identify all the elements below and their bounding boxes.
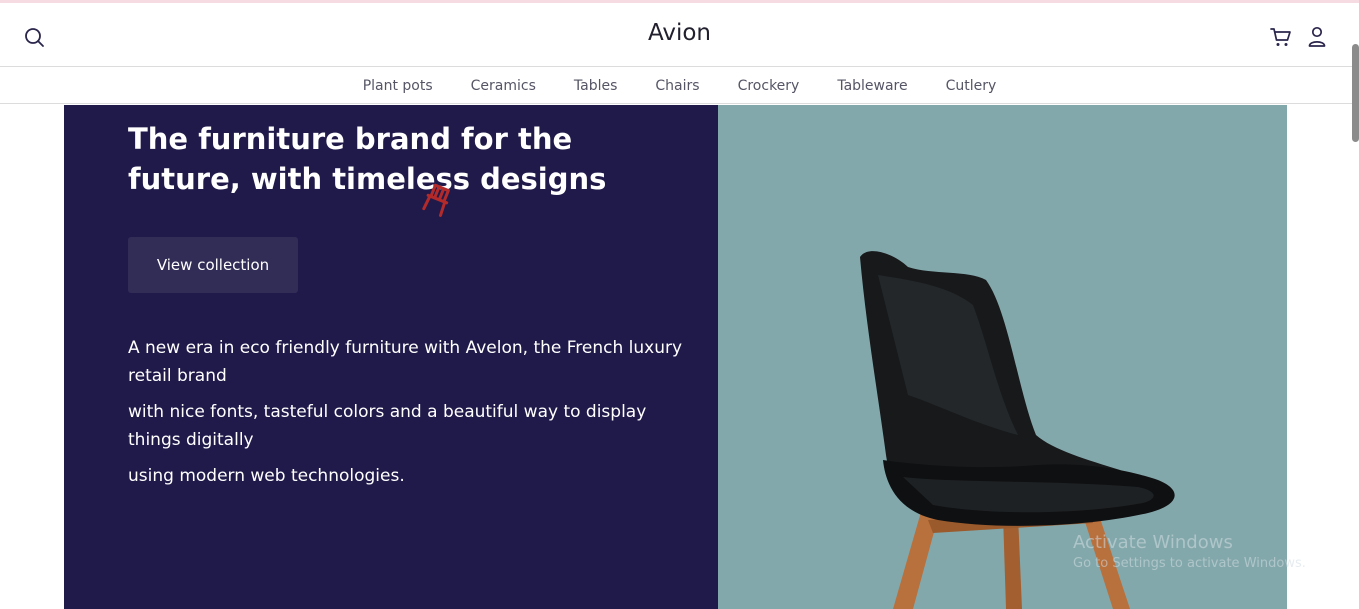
description-line: using modern web technologies. — [128, 466, 405, 486]
page-scrollbar[interactable] — [1352, 44, 1359, 142]
nav-item-plant-pots[interactable]: Plant pots — [363, 78, 433, 94]
nav-item-crockery[interactable]: Crockery — [738, 78, 800, 94]
view-collection-button[interactable]: View collection — [128, 237, 298, 293]
nav-item-chairs[interactable]: Chairs — [655, 78, 699, 94]
watermark-subtitle: Go to Settings to activate Windows. — [1073, 556, 1306, 571]
nav-item-cutlery[interactable]: Cutlery — [946, 78, 997, 94]
nav-item-tables[interactable]: Tables — [574, 78, 618, 94]
nav-item-tableware[interactable]: Tableware — [837, 78, 907, 94]
hero-title: The furniture brand for the future, with… — [128, 122, 607, 196]
description-line: A new era in eco friendly furniture with… — [128, 338, 683, 386]
hero-panel: The furniture brand for the future, with… — [64, 105, 718, 609]
nav-item-ceramics[interactable]: Ceramics — [471, 78, 536, 94]
watermark-title: Activate Windows — [1073, 532, 1233, 553]
description-line: with nice fonts, tasteful colors and a b… — [128, 402, 647, 450]
hero-description: A new era in eco friendly furniture with… — [128, 334, 698, 498]
user-icon[interactable] — [1306, 25, 1328, 49]
chair-cursor-icon — [420, 183, 454, 217]
category-nav: Plant pots Ceramics Tables Chairs Crocke… — [0, 68, 1359, 104]
cart-icon[interactable] — [1269, 25, 1293, 49]
brand-logo[interactable]: Avion — [0, 20, 1359, 46]
activate-windows-watermark: Activate Windows Go to Settings to activ… — [1073, 532, 1306, 573]
site-header: Avion — [0, 3, 1359, 67]
